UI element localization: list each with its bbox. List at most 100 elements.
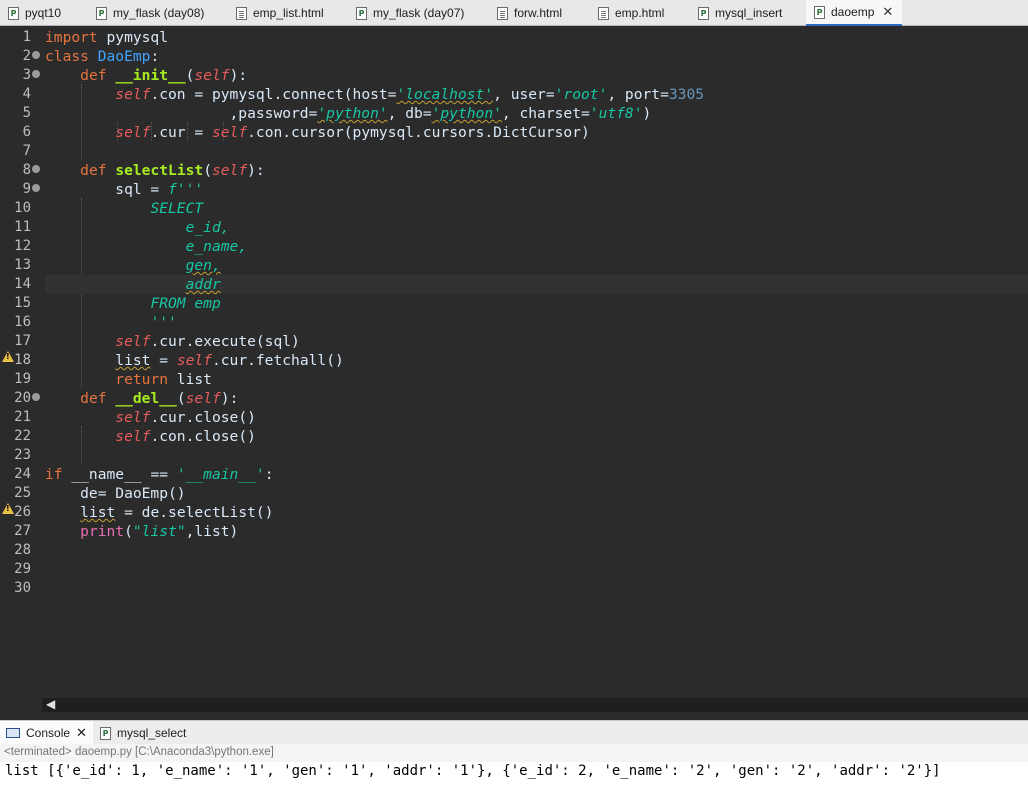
tab-pyqt10[interactable]: P pyqt10: [8, 0, 61, 26]
tab-label: pyqt10: [25, 6, 62, 20]
line-number: 21: [14, 409, 31, 425]
python-file-icon: P: [356, 6, 367, 20]
line-number: 15: [14, 295, 31, 311]
python-file-icon: P: [698, 6, 709, 20]
line-number: 9: [22, 181, 31, 197]
code-line: print("list",list): [80, 523, 239, 540]
document-icon: [236, 6, 247, 20]
scroll-left-arrow-icon[interactable]: ◀: [46, 697, 55, 711]
warning-icon[interactable]: [2, 503, 14, 514]
tab-emp-list-html[interactable]: emp_list.html: [236, 0, 324, 26]
code-line: self.con = pymysql.connect(host='localho…: [115, 86, 705, 103]
code-line: gen,: [185, 257, 221, 274]
code-line: SELECT: [150, 200, 204, 217]
tab-mysql-insert[interactable]: P mysql_insert: [698, 0, 782, 26]
code-line: e_name,: [185, 238, 248, 255]
line-number: 4: [22, 86, 31, 102]
line-number: 11: [14, 219, 31, 235]
code-line: list = de.selectList(): [80, 504, 274, 521]
code-line: sql = f''': [45, 181, 204, 198]
code-line: class DaoEmp:: [45, 48, 160, 65]
line-number-gutter: 1 2 3 4 5 6 7 8 9 10 11 12 13 14 15 16 1…: [0, 26, 44, 698]
line-number: 22: [14, 428, 31, 444]
line-number: 3: [22, 67, 31, 83]
tab-emp-html[interactable]: emp.html: [598, 0, 664, 26]
tab-label: mysql_insert: [715, 6, 783, 20]
code-line: self.cur.execute(sql): [115, 333, 300, 350]
line-number: 13: [14, 257, 31, 273]
line-number: 1: [22, 29, 31, 45]
code-line: self.con.close(): [115, 428, 256, 445]
line-number: 2: [22, 48, 31, 64]
code-line: def selectList(self):: [80, 162, 265, 179]
tab-console[interactable]: Console ✕: [0, 721, 93, 745]
tab-label: emp_list.html: [253, 6, 324, 20]
line-number: 24: [14, 466, 31, 482]
tab-label: forw.html: [514, 6, 563, 20]
tab-label: my_flask (day07): [373, 6, 465, 20]
tab-label: daoemp: [831, 5, 875, 19]
tab-label: mysql_select: [117, 726, 187, 740]
code-line: FROM emp: [150, 295, 221, 312]
line-number: 16: [14, 314, 31, 330]
code-line: list = self.cur.fetchall(): [115, 352, 344, 369]
close-icon[interactable]: ✕: [76, 725, 87, 741]
close-icon[interactable]: ✕: [882, 4, 893, 20]
code-line: return list: [115, 371, 212, 388]
code-line: self.cur = self.con.cursor(pymysql.curso…: [115, 124, 590, 141]
line-number: 12: [14, 238, 31, 254]
code-line: import pymysql: [45, 29, 169, 46]
tab-label: Console: [26, 726, 71, 740]
document-icon: [497, 6, 508, 20]
line-number: 30: [14, 580, 31, 596]
line-number: 10: [14, 200, 31, 216]
python-file-icon: P: [96, 6, 107, 20]
editor-tab-bar: P pyqt10 P my_flask (day08) emp_list.htm…: [0, 0, 1028, 26]
fold-toggle-icon[interactable]: [32, 393, 40, 401]
code-line: ,password='python', db='python', charset…: [45, 105, 652, 122]
line-number: 23: [14, 447, 31, 463]
python-file-icon: P: [814, 5, 825, 19]
tab-my-flask-day07[interactable]: P my_flask (day07): [356, 0, 464, 26]
tab-forw-html[interactable]: forw.html: [497, 0, 562, 26]
code-line-current: addr: [45, 275, 1028, 294]
tab-mysql-select[interactable]: P mysql_select: [100, 721, 186, 745]
line-number: 20: [14, 390, 31, 406]
code-area[interactable]: import pymysql class DaoEmp: def __init_…: [45, 26, 1028, 598]
code-line: if __name__ == '__main__':: [45, 466, 274, 483]
console-output[interactable]: list [{'e_id': 1, 'e_name': '1', 'gen': …: [0, 762, 1028, 795]
line-number: 6: [22, 124, 31, 140]
line-number: 25: [14, 485, 31, 501]
console-icon: [6, 728, 20, 738]
line-number: 7: [22, 143, 31, 159]
code-line: def __del__(self):: [80, 390, 239, 407]
code-line: ''': [150, 314, 177, 331]
fold-toggle-icon[interactable]: [32, 165, 40, 173]
tab-my-flask-day08[interactable]: P my_flask (day08): [96, 0, 204, 26]
document-icon: [598, 6, 609, 20]
code-editor[interactable]: 1 2 3 4 5 6 7 8 9 10 11 12 13 14 15 16 1…: [0, 26, 1028, 698]
tab-label: my_flask (day08): [113, 6, 205, 20]
console-tab-bar: Console ✕ P mysql_select: [0, 720, 1028, 745]
warning-icon[interactable]: [2, 351, 14, 362]
fold-toggle-icon[interactable]: [32, 51, 40, 59]
code-line: def __init__(self):: [80, 67, 248, 84]
line-number: 5: [22, 105, 31, 121]
line-number: 29: [14, 561, 31, 577]
code-line: e_id,: [185, 219, 230, 236]
code-line: de= DaoEmp(): [45, 485, 186, 502]
tab-label: emp.html: [615, 6, 665, 20]
line-number: 17: [14, 333, 31, 349]
code-line: self.cur.close(): [115, 409, 256, 426]
line-number: 8: [22, 162, 31, 178]
line-number: 14: [14, 276, 31, 292]
fold-toggle-icon[interactable]: [32, 184, 40, 192]
console-status: <terminated> daoemp.py [C:\Anaconda3\pyt…: [0, 744, 1028, 762]
tab-daoemp[interactable]: P daoemp ✕: [806, 0, 902, 26]
horizontal-scrollbar[interactable]: ◀: [42, 697, 1028, 712]
fold-toggle-icon[interactable]: [32, 70, 40, 78]
